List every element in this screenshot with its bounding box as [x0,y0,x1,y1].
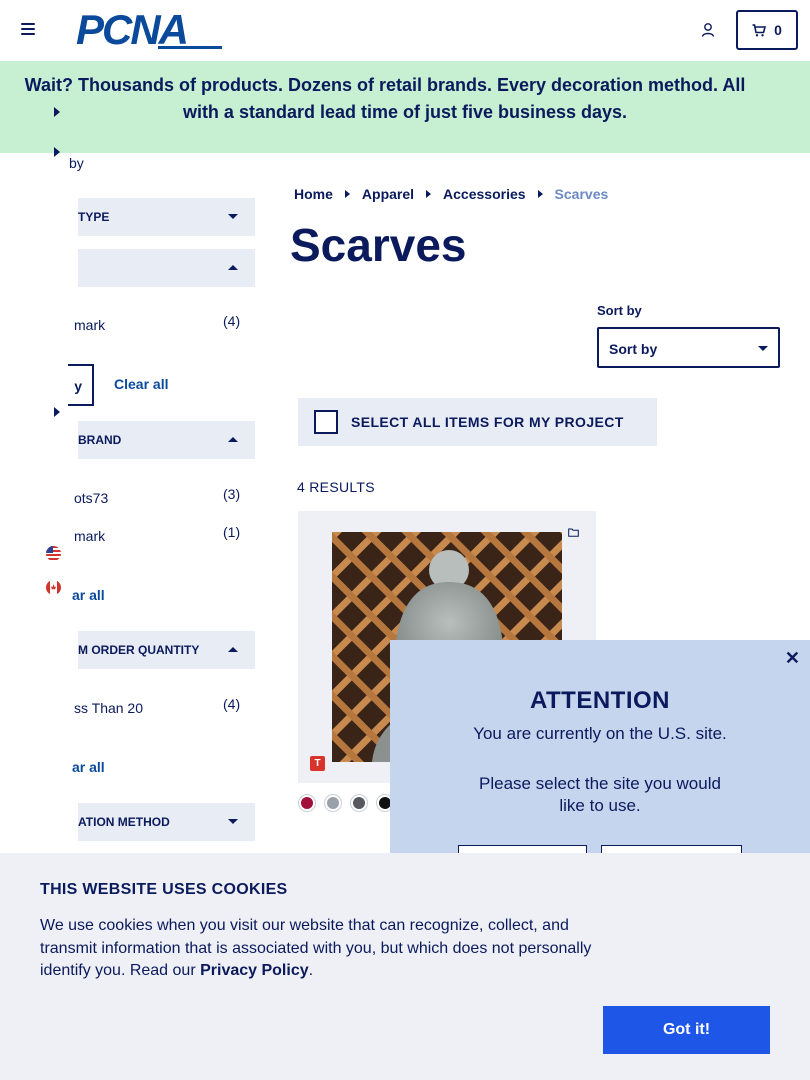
color-swatches [299,795,393,811]
clear-all-link[interactable]: ar all [72,587,105,603]
breadcrumb: Home Apparel Accessories Scarves [294,186,608,202]
chevron-up-icon [228,265,238,270]
cookie-banner: THIS WEBSITE USES COOKIES We use cookies… [0,853,810,1080]
select-all-label: SELECT ALL ITEMS FOR MY PROJECT [351,414,624,430]
moq-option-count: (4) [223,696,241,712]
brand-option-label[interactable]: ots73 [74,490,108,506]
chevron-up-icon [228,437,238,442]
sort-label: Sort by [597,303,642,318]
folder-icon[interactable] [568,528,579,537]
breadcrumb-separator-icon [344,190,350,198]
cart-count: 0 [774,22,782,38]
nav-expand-caret-icon[interactable] [54,147,60,157]
color-swatch[interactable] [299,795,315,811]
sort-label-partial: by [69,155,84,171]
clear-all-link[interactable]: ar all [72,759,105,775]
nav-expand-caret-icon[interactable] [54,407,60,417]
filter-option-label[interactable]: mark [74,317,105,333]
breadcrumb-home[interactable]: Home [294,186,333,202]
filter-panel: by TYPE mark (4) y Clear all BRAND ots73… [68,153,258,853]
account-icon[interactable] [700,22,716,38]
close-icon[interactable]: ✕ [785,648,800,669]
color-swatch[interactable] [351,795,367,811]
breadcrumb-current: Scarves [554,186,609,202]
brand-option-count: (1) [223,524,241,540]
cart-button[interactable]: 0 [736,10,798,50]
canada-flag-icon[interactable] [46,580,61,595]
filter-expanded-header[interactable] [78,249,255,287]
breadcrumb-apparel[interactable]: Apparel [362,186,414,202]
apply-button[interactable]: y [68,364,94,406]
filter-decoration-header[interactable]: ATION METHOD [78,803,255,841]
promo-line-2: with a standard lead time of just five b… [182,102,628,122]
promo-banner: Wait? Thousands of products. Dozens of r… [0,61,810,153]
moq-option-label[interactable]: ss Than 20 [74,700,143,716]
breadcrumb-accessories[interactable]: Accessories [443,186,526,202]
results-count: 4 RESULTS [297,479,375,495]
privacy-policy-link[interactable]: Privacy Policy [200,962,309,979]
filter-brand-header[interactable]: BRAND [78,421,255,459]
site-header: PCNA 0 [0,0,810,61]
nav-expand-caret-icon[interactable] [54,107,60,117]
cookie-title: THIS WEBSITE USES COOKIES [40,881,288,898]
pcna-logo[interactable]: PCNA [76,9,189,51]
brand-tag-icon: T [310,756,325,771]
cookie-body: We use cookies when you visit our websit… [40,917,592,979]
chevron-down-icon [228,819,238,824]
chevron-down-icon [758,346,768,351]
filter-option-count: (4) [223,313,241,329]
menu-icon[interactable] [21,23,35,35]
breadcrumb-separator-icon [426,190,432,198]
us-flag-icon[interactable] [46,546,61,561]
accept-cookies-button[interactable]: Got it! [603,1006,770,1054]
breadcrumb-separator-icon [537,190,543,198]
chevron-up-icon [228,647,238,652]
clear-all-link[interactable]: Clear all [114,376,168,392]
site-selection-modal: ✕ ATTENTION You are currently on the U.S… [390,640,810,855]
logo-underline [158,46,222,49]
sort-select[interactable]: Sort by [597,327,780,368]
select-all-checkbox[interactable] [314,410,338,434]
chevron-down-icon [228,214,238,219]
modal-instruction: Please select the site you would like to… [479,774,721,815]
filter-type-header[interactable]: TYPE [78,198,255,236]
page-title: Scarves [290,219,467,271]
brand-option-count: (3) [223,486,241,502]
modal-heading: ATTENTION [529,687,671,714]
modal-current-site: You are currently on the U.S. site. [473,724,727,743]
filter-moq-header[interactable]: M ORDER QUANTITY [78,631,255,669]
promo-line-1: Wait? Thousands of products. Dozens of r… [24,75,746,95]
color-swatch[interactable] [325,795,341,811]
brand-option-label[interactable]: mark [74,528,105,544]
select-all-bar[interactable]: SELECT ALL ITEMS FOR MY PROJECT [298,398,657,446]
cart-icon [752,23,767,36]
